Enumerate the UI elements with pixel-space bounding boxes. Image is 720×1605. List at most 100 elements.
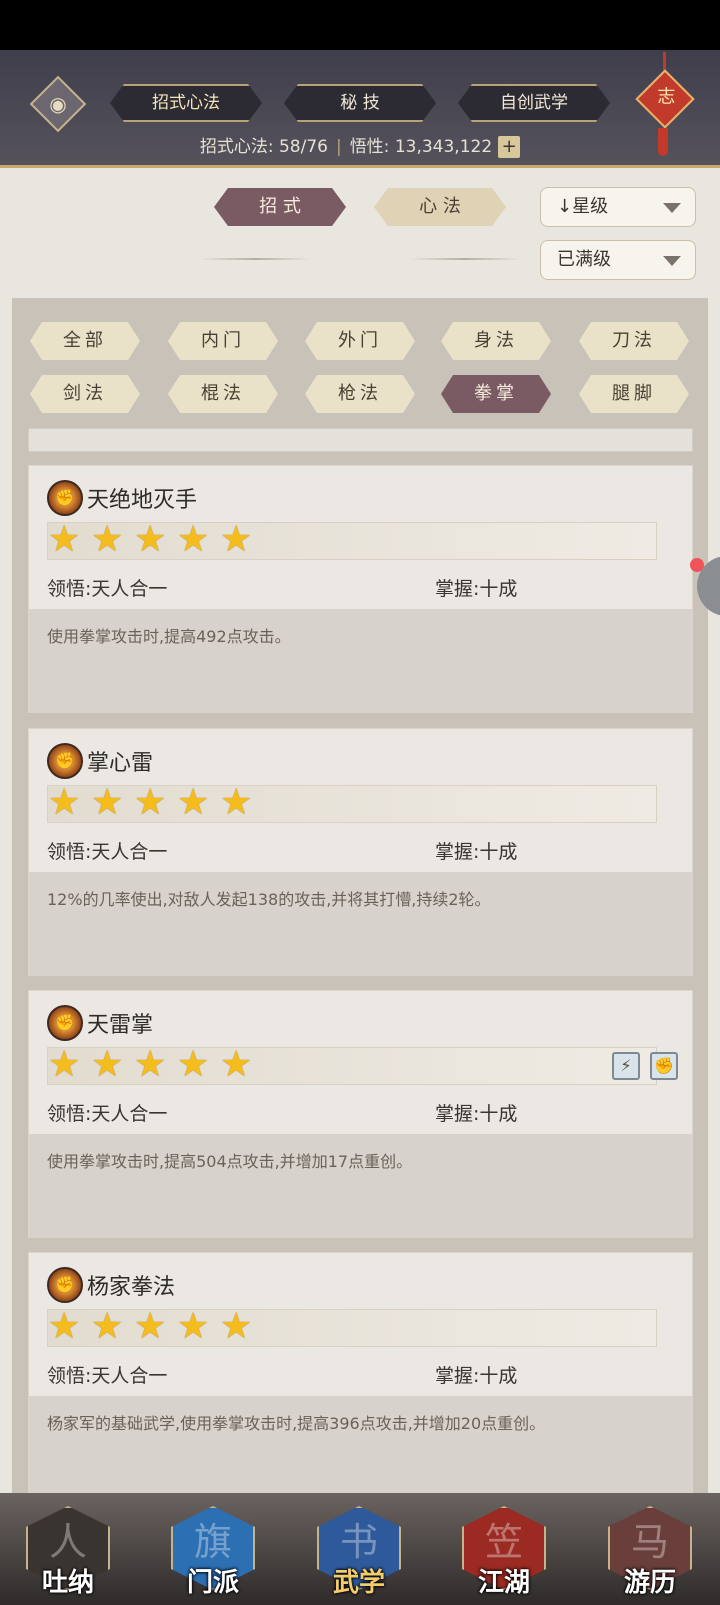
star-icon: ★ (48, 782, 81, 823)
tab-label: 招式心法 (152, 93, 220, 113)
book-icon: 书 (339, 1520, 378, 1564)
filter-chip-label: 外门 (338, 330, 382, 351)
star-icon: ★ (177, 1306, 210, 1347)
comprehension-label: 领悟:天人合一 (47, 578, 168, 600)
filter-chip[interactable]: 腿脚 (579, 375, 689, 413)
fist-icon: ✊ (47, 1005, 83, 1041)
star-icon: ★ (134, 782, 167, 823)
skill-description: 杨家军的基础武学,使用拳掌攻击时,提高396点攻击,并增加20点重创。 (29, 1396, 692, 1500)
decor-line (410, 258, 520, 260)
knot-char: 志 (657, 86, 676, 108)
filter-chip[interactable]: 枪法 (305, 375, 415, 413)
fist-icon: ✊ (47, 480, 83, 516)
fist-icon: ✊ (47, 743, 83, 779)
filter-chip-label: 身法 (474, 330, 518, 351)
star-icon: ★ (177, 782, 210, 823)
filter-chip-label: 剑法 (63, 383, 107, 404)
filter-chip-label: 内门 (201, 330, 245, 351)
hat-icon: 笠 (484, 1520, 523, 1564)
filter-chip-label: 棍法 (201, 383, 245, 404)
sort-star-dropdown[interactable]: ↓星级 (540, 187, 696, 227)
filter-chip[interactable]: 外门 (305, 322, 415, 360)
filter-chip[interactable]: 内门 (168, 322, 278, 360)
filter-chip[interactable]: 刀法 (579, 322, 689, 360)
skill-description: 使用拳掌攻击时,提高492点攻击。 (29, 609, 692, 713)
nav-item[interactable]: 书武学 (313, 1500, 405, 1600)
star-icon: ★ (220, 519, 253, 560)
filter-chip[interactable]: 身法 (441, 322, 551, 360)
chevron-down-icon (663, 203, 681, 213)
skill-description: 12%的几率使出,对敌人发起138的攻击,并将其打懵,持续2轮。 (29, 872, 692, 976)
zhaoshi-toggle-button[interactable]: 招 式 (214, 188, 346, 226)
toggle-label: 心 法 (419, 196, 461, 217)
filter-chip[interactable]: 棍法 (168, 375, 278, 413)
xinfa-toggle-button[interactable]: 心 法 (374, 188, 506, 226)
star-icon: ★ (48, 1306, 81, 1347)
skill-name: 天雷掌 (87, 1013, 154, 1038)
star-rating: ★ ★ ★ ★ ★ (47, 519, 657, 560)
skill-name: 天绝地灭手 (87, 488, 198, 513)
tab-label: 自创武学 (500, 93, 568, 113)
star-icon: ★ (48, 519, 81, 560)
star-rating: ★ ★ ★ ★ ★ (47, 1306, 657, 1347)
skill-card[interactable]: ✊ 杨家拳法 ★ ★ ★ ★ ★ 领悟:天人合一 掌握:十成杨家军的基础武学,使用拳掌攻击时,提… (28, 1252, 693, 1500)
nav-label: 武学 (332, 1568, 385, 1598)
filter-chip-label: 腿脚 (612, 383, 656, 404)
dropdown-label: ↓星级 (557, 196, 609, 217)
skill-badge-icon[interactable]: ⚡ (612, 1052, 640, 1080)
comprehension-label: 领悟:天人合一 (47, 841, 168, 863)
level-filter-dropdown[interactable]: 已满级 (540, 240, 696, 280)
tab-miji[interactable]: 秘 技 (284, 84, 436, 122)
nav-label: 门派 (186, 1568, 239, 1598)
sect-icon: 旗 (193, 1520, 232, 1564)
dropdown-label: 已满级 (557, 249, 611, 270)
comprehension-label: 领悟:天人合一 (47, 1365, 168, 1387)
skill-name: 杨家拳法 (87, 1275, 176, 1300)
meditate-icon: 人 (48, 1520, 87, 1564)
star-rating: ★ ★ ★ ★ ★ ⚡ ✊ (47, 1044, 678, 1085)
filter-chip[interactable]: 剑法 (30, 375, 140, 413)
horse-icon: 马 (630, 1520, 669, 1564)
stats-divider: | (335, 137, 342, 157)
skill-card[interactable]: ✊ 天绝地灭手 ★ ★ ★ ★ ★ 领悟:天人合一 掌握:十成 使用拳掌攻击时,提高492点攻击。 (28, 465, 693, 713)
mastery-label: 掌握:十成 (435, 1365, 518, 1387)
star-icon: ★ (91, 1044, 124, 1085)
nav-item[interactable]: 人吐纳 (22, 1500, 114, 1600)
filter-chip[interactable]: 全部 (30, 322, 140, 360)
tab-label: 秘 技 (340, 93, 380, 113)
filter-chip-label: 拳掌 (474, 383, 518, 404)
skill-card[interactable]: ✊ 天雷掌 ★ ★ ★ ★ ★ ⚡ ✊ 领悟:天人合一 掌握:十成 使用拳掌攻击时,提高504点攻击,… (28, 990, 693, 1238)
mastery-label: 掌握:十成 (435, 1103, 518, 1125)
skill-card[interactable]: ✊ 掌心雷 ★ ★ ★ ★ ★ 领悟:天人合一 掌握:十成 12%的几率使出,对敌人发起138的攻… (28, 728, 693, 976)
star-icon: ★ (177, 1044, 210, 1085)
tab-zichuang[interactable]: 自创武学 (458, 84, 610, 122)
skill-badge-icon[interactable]: ✊ (650, 1052, 678, 1080)
tab-zhaoshi-xinfa[interactable]: 招式心法 (110, 84, 262, 122)
chevron-down-icon (663, 256, 681, 266)
star-icon: ★ (134, 519, 167, 560)
fist-icon: ✊ (47, 1267, 83, 1303)
filter-chip[interactable]: 拳掌 (441, 375, 551, 413)
nav-item[interactable]: 旗门派 (167, 1500, 259, 1600)
list-header-strip (28, 428, 693, 452)
insight-value: 悟性: 13,343,122 (349, 137, 493, 157)
nav-item[interactable]: 马游历 (604, 1500, 696, 1600)
star-icon: ★ (220, 1306, 253, 1347)
star-icon: ★ (134, 1306, 167, 1347)
stats-line: 招式心法: 58/76 | 悟性: 13,343,122 + (0, 132, 720, 158)
nav-item[interactable]: 笠江湖 (458, 1500, 550, 1600)
toggle-label: 招 式 (259, 196, 301, 217)
star-icon: ★ (220, 1044, 253, 1085)
nav-label: 游历 (623, 1568, 676, 1598)
star-icon: ★ (91, 782, 124, 823)
decor-line (200, 258, 310, 260)
skill-description: 使用拳掌攻击时,提高504点攻击,并增加17点重创。 (29, 1134, 692, 1238)
comprehension-label: 领悟:天人合一 (47, 1103, 168, 1125)
learned-count: 招式心法: 58/76 (199, 137, 328, 157)
mastery-label: 掌握:十成 (435, 578, 518, 600)
mastery-label: 掌握:十成 (435, 841, 518, 863)
filter-chip-label: 刀法 (612, 330, 656, 351)
add-insight-button[interactable]: + (498, 136, 521, 158)
eye-icon: ◉ (49, 92, 67, 116)
filter-chip-label: 全部 (63, 330, 107, 351)
